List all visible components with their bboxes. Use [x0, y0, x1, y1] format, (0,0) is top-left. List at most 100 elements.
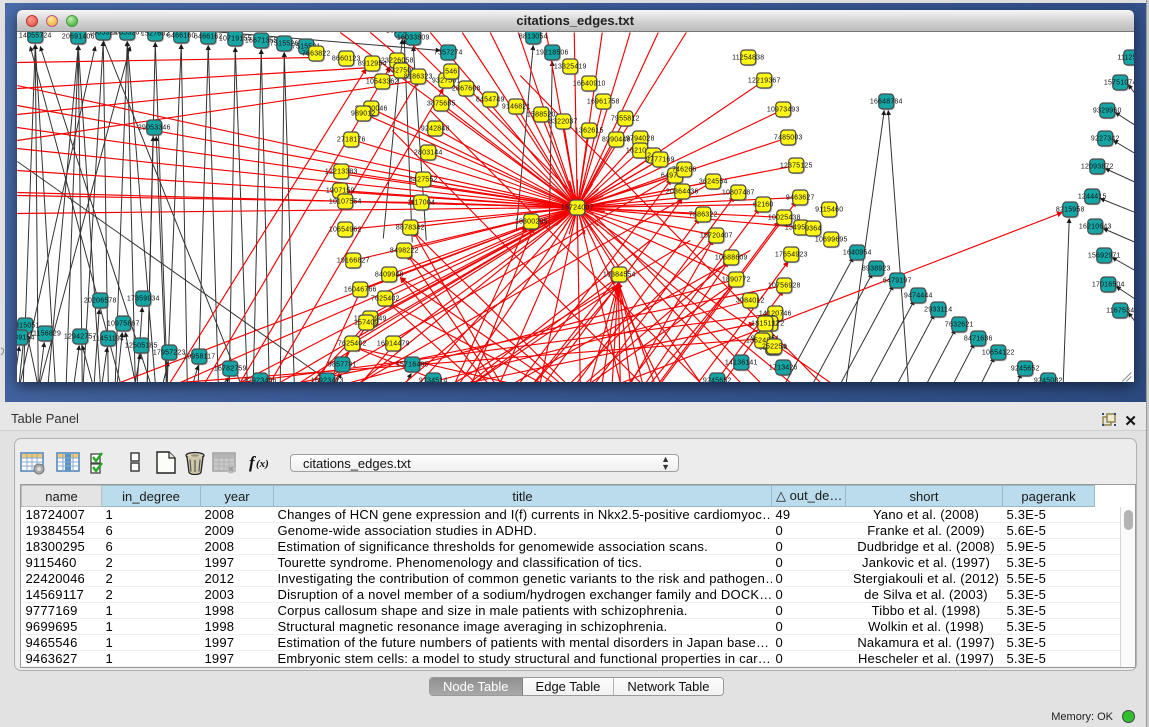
svg-text:3875685: 3875685 — [427, 101, 456, 108]
svg-text:10958117: 10958117 — [183, 354, 215, 361]
svg-text:16033809: 16033809 — [397, 35, 430, 42]
svg-text:12505185: 12505185 — [125, 343, 158, 350]
svg-text:10654122: 10654122 — [982, 350, 1015, 357]
svg-text:7625402: 7625402 — [338, 341, 367, 348]
svg-text:2933114: 2933114 — [924, 307, 952, 314]
svg-text:3084012: 3084012 — [736, 298, 765, 305]
svg-text:62160: 62160 — [753, 202, 773, 209]
svg-text:8471636: 8471636 — [964, 336, 993, 343]
svg-text:15720407: 15720407 — [700, 233, 733, 240]
svg-text:9134514: 9134514 — [419, 378, 448, 383]
svg-text:8813054: 8813054 — [519, 34, 548, 41]
svg-text:15692971: 15692971 — [1088, 253, 1121, 260]
svg-text:7663822: 7663822 — [302, 51, 331, 58]
svg-text:10654962: 10654962 — [329, 227, 362, 234]
svg-text:12219367: 12219367 — [748, 78, 781, 85]
svg-text:1588520: 1588520 — [527, 112, 556, 119]
svg-text:9463627: 9463627 — [786, 195, 815, 202]
svg-text:8938923: 8938923 — [862, 266, 891, 273]
svg-text:16648784: 16648784 — [870, 99, 903, 106]
svg-text:6479197: 6479197 — [883, 278, 912, 285]
svg-text:16640910: 16640910 — [573, 81, 606, 88]
svg-text:7632621: 7632621 — [945, 322, 974, 329]
svg-text:10699695: 10699695 — [815, 237, 848, 244]
svg-text:7955812: 7955812 — [611, 116, 640, 123]
svg-text:10756928: 10756928 — [768, 283, 801, 290]
svg-text:10807487: 10807487 — [722, 190, 755, 197]
svg-text:16914479: 16914479 — [377, 341, 410, 348]
svg-text:20206578: 20206578 — [84, 298, 117, 305]
svg-text:9115460: 9115460 — [815, 207, 843, 214]
svg-text:14136141: 14136141 — [725, 360, 758, 367]
svg-text:989012: 989012 — [351, 111, 376, 118]
svg-text:9242848: 9242848 — [421, 126, 450, 133]
svg-text:8322037: 8322037 — [549, 119, 578, 126]
svg-text:1815112: 1815112 — [751, 321, 779, 328]
svg-text:1907159: 1907159 — [326, 188, 355, 195]
svg-text:9146821: 9146821 — [502, 104, 531, 111]
svg-text:2803144: 2803144 — [414, 150, 443, 157]
svg-text:8454749: 8454749 — [476, 97, 505, 104]
svg-text:8660123: 8660123 — [332, 56, 361, 63]
svg-text:10653267: 10653267 — [111, 32, 144, 37]
svg-text:9364: 9364 — [805, 226, 821, 233]
svg-text:19384554: 19384554 — [603, 272, 636, 279]
svg-text:12923466: 12923466 — [244, 378, 277, 383]
svg-text:10107554: 10107554 — [329, 199, 362, 206]
svg-text:19218506: 19218506 — [536, 50, 569, 57]
svg-text:7625402: 7625402 — [371, 296, 400, 303]
svg-text:2867608: 2867608 — [452, 86, 481, 93]
svg-text:8215958: 8215958 — [1056, 207, 1085, 214]
svg-text:16046766: 16046766 — [344, 287, 377, 294]
svg-text:10973493: 10973493 — [767, 107, 800, 114]
svg-text:15751074: 15751074 — [1104, 80, 1134, 87]
svg-text:20364436: 20364436 — [666, 189, 699, 196]
svg-text:17359934: 17359934 — [127, 296, 160, 303]
svg-text:15716485: 15716485 — [396, 362, 429, 369]
svg-text:17654923: 17654923 — [775, 252, 808, 259]
svg-text:13325419: 13325419 — [554, 64, 587, 71]
svg-text:8427552: 8427552 — [409, 177, 438, 184]
svg-text:7357274: 7357274 — [434, 50, 463, 57]
svg-text:157409: 157409 — [354, 320, 379, 327]
svg-text:1112505: 1112505 — [1117, 55, 1133, 62]
svg-text:11156829: 11156829 — [29, 331, 61, 338]
svg-text:8186323: 8186323 — [404, 74, 433, 81]
svg-text:12093872: 12093872 — [1081, 164, 1114, 171]
svg-text:1527602: 1527602 — [141, 32, 170, 38]
svg-text:18300295: 18300295 — [515, 219, 548, 226]
svg-text:746266: 746266 — [672, 167, 697, 174]
svg-text:9794028: 9794028 — [626, 136, 655, 143]
svg-text:2718176: 2718176 — [337, 137, 366, 144]
svg-text:17016504: 17016504 — [1092, 282, 1125, 289]
svg-text:10975867: 10975867 — [107, 321, 140, 328]
svg-text:9227342: 9227342 — [1091, 136, 1120, 143]
svg-text:9777169: 9777169 — [646, 157, 675, 164]
svg-text:9245082: 9245082 — [1034, 378, 1063, 383]
svg-text:1362615: 1362615 — [575, 128, 604, 135]
svg-text:9245652: 9245652 — [1011, 366, 1040, 373]
svg-text:16923413: 16923413 — [311, 378, 344, 383]
svg-text:9245652: 9245652 — [703, 378, 732, 383]
svg-text:9329960: 9329960 — [1093, 108, 1122, 115]
svg-text:1713426: 1713426 — [769, 365, 798, 372]
svg-text:12213383: 12213383 — [325, 169, 358, 176]
svg-text:8409948: 8409948 — [375, 272, 404, 279]
svg-text:(x): (x) — [256, 458, 269, 470]
svg-text:11254838: 11254838 — [732, 55, 764, 62]
svg-text:252254: 252254 — [762, 344, 787, 351]
svg-text:10688609: 10688609 — [715, 255, 748, 262]
svg-text:8878342: 8878342 — [396, 225, 425, 232]
svg-text:29053346: 29053346 — [138, 125, 171, 132]
svg-text:19166827: 19166827 — [337, 258, 370, 265]
svg-text:1167534: 1167534 — [1106, 308, 1133, 315]
svg-text:8498222: 8498222 — [390, 248, 419, 255]
svg-text:6466160: 6466160 — [167, 33, 196, 40]
svg-text:16961758: 16961758 — [587, 99, 620, 106]
svg-text:16782759: 16782759 — [214, 366, 247, 373]
svg-text:9474444: 9474444 — [904, 293, 933, 300]
svg-text:7485003: 7485003 — [774, 135, 803, 142]
svg-text:14055724: 14055724 — [19, 33, 52, 40]
svg-text:9315051: 9315051 — [17, 323, 40, 330]
svg-text:7386322: 7386322 — [689, 212, 718, 219]
